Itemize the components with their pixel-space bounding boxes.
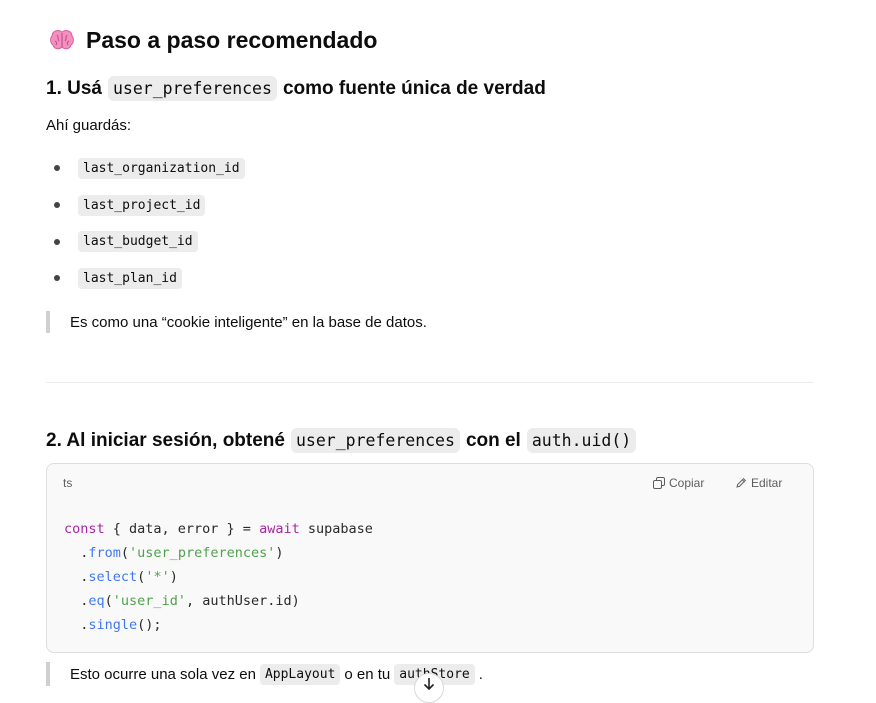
inline-code: last_organization_id [78, 157, 245, 179]
list-item: last_project_id [46, 187, 245, 224]
inline-code: last_project_id [78, 194, 206, 216]
step1-prefix: 1. Usá [46, 77, 102, 99]
code-token: . [64, 593, 89, 609]
code-line: .select('*') [64, 565, 373, 589]
code-token: ( [104, 593, 113, 609]
code-token: 'user_id' [112, 593, 186, 609]
step2-middle: con el [465, 429, 521, 451]
arrow-down-icon [423, 678, 435, 691]
note-suffix: . [478, 665, 483, 683]
code-line: .eq('user_id', authUser.id) [64, 589, 373, 613]
list-item: last_plan_id [46, 260, 245, 297]
code-token: (); [137, 617, 162, 633]
code-token: '*' [145, 569, 170, 585]
step1-suffix: como fuente única de verdad [282, 77, 546, 99]
list-item: last_organization_id [46, 150, 245, 187]
code-token: single [88, 617, 138, 633]
scroll-down-button[interactable] [414, 673, 444, 703]
code-language: ts [63, 476, 73, 490]
code-token: { data, error } = [104, 521, 260, 537]
note-code1: AppLayout [259, 663, 341, 685]
inline-code: last_plan_id [78, 267, 182, 289]
code-token: select [88, 569, 138, 585]
step1-intro: Ahí guardás: [46, 117, 132, 134]
copy-button[interactable]: Copiar [653, 476, 704, 490]
edit-button[interactable]: Editar [735, 476, 782, 490]
code-content: const { data, error } = await supabase .… [64, 517, 373, 637]
code-token: 'user_preferences' [129, 545, 276, 561]
code-token: ( [120, 545, 130, 561]
code-line: .from('user_preferences') [64, 541, 373, 565]
step1-heading: 1. Usá user_preferences como fuente únic… [46, 76, 546, 101]
step2-heading: 2. Al iniciar sesión, obtené user_prefer… [46, 428, 642, 453]
step1-blockquote: Es como una “cookie inteligente” en la b… [46, 311, 427, 333]
quote-text: Es como una “cookie inteligente” en la b… [70, 313, 427, 331]
step2-code2: auth.uid() [526, 428, 637, 453]
code-token: , authUser.id) [185, 593, 300, 609]
code-line: const { data, error } = await supabase [64, 517, 373, 541]
step2-code1: user_preferences [290, 428, 460, 453]
code-token: . [64, 545, 89, 561]
section-heading: Paso a paso recomendado [48, 26, 377, 54]
code-token: supabase [299, 521, 373, 537]
section-title: Paso a paso recomendado [86, 26, 378, 53]
inline-code: last_budget_id [78, 231, 198, 253]
code-token: . [64, 617, 89, 633]
code-token: from [88, 545, 121, 561]
code-token: await [259, 521, 300, 537]
code-token: const [64, 521, 105, 537]
step2-prefix: 2. Al iniciar sesión, obtené [46, 429, 285, 451]
code-token: . [64, 569, 89, 585]
copy-icon [653, 477, 665, 489]
code-line: .single(); [64, 613, 373, 637]
step1-code: user_preferences [107, 76, 277, 101]
copy-label: Copiar [669, 476, 705, 490]
divider [46, 382, 814, 383]
edit-label: Editar [751, 476, 783, 490]
brain-icon [50, 30, 74, 50]
code-token: ) [275, 545, 284, 561]
note-middle: o en tu [344, 665, 391, 683]
preferences-list: last_organization_id last_project_id las… [46, 150, 245, 297]
code-token: ) [169, 569, 178, 585]
note-prefix: Esto ocurre una sola vez en [70, 665, 256, 683]
pencil-icon [736, 477, 747, 488]
list-item: last_budget_id [46, 223, 245, 260]
code-block: ts Copiar Editar const { data, error } =… [46, 463, 814, 653]
code-token: eq [88, 593, 105, 609]
